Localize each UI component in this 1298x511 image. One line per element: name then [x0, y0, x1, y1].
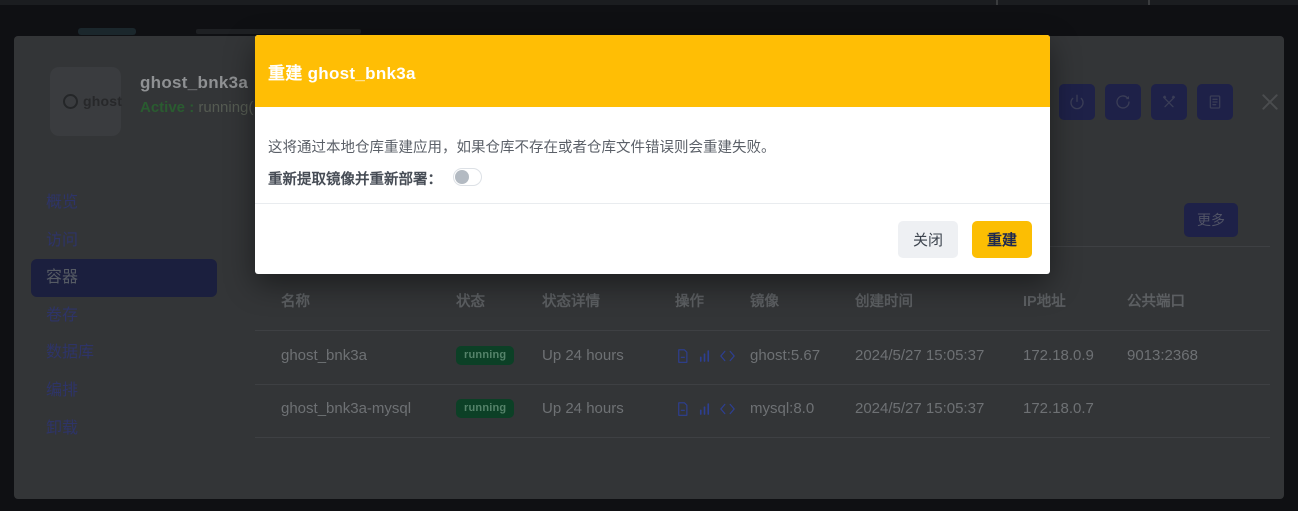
- background-logo-hint: [78, 28, 136, 35]
- table-bottom-divider: [255, 437, 1270, 438]
- stats-icon[interactable]: [697, 401, 712, 417]
- table-row-created: 2024/5/27 15:05:37: [855, 347, 984, 364]
- ghost-logo-icon: [63, 94, 78, 109]
- repull-toggle-label: 重新提取镜像并重新部署：: [268, 168, 442, 189]
- tools-icon: [1161, 94, 1177, 110]
- file-log-icon[interactable]: [675, 401, 690, 417]
- navbar-divider: [1148, 0, 1150, 5]
- sidebar-item-uninstall[interactable]: 卸载: [31, 410, 217, 448]
- page-title: ghost_bnk3a: [140, 73, 248, 93]
- background-breadcrumb-hint: [196, 29, 361, 34]
- col-header-ops: 操作: [675, 290, 704, 311]
- sidebar-item-database[interactable]: 数据库: [31, 334, 217, 372]
- repair-button[interactable]: [1151, 84, 1187, 120]
- modal-header: 重建 ghost_bnk3a: [255, 35, 1050, 107]
- app-status: Active : running(: [140, 99, 253, 116]
- modal-footer: 关闭 重建: [255, 203, 1050, 274]
- ghost-logo-text: ghost: [83, 93, 122, 109]
- modal-description: 这将通过本地仓库重建应用，如果仓库不存在或者仓库文件错误则会重建失败。: [268, 136, 776, 157]
- table-row-divider: [255, 384, 1270, 385]
- col-header-name: 名称: [281, 290, 310, 311]
- col-header-created: 创建时间: [855, 290, 913, 311]
- table-row-image: mysql:8.0: [750, 400, 814, 417]
- status-badge: running: [456, 346, 514, 365]
- power-button[interactable]: [1059, 84, 1095, 120]
- modal-rebuild-button[interactable]: 重建: [972, 221, 1032, 258]
- restart-button[interactable]: [1105, 84, 1141, 120]
- app-root: ghost ghost_bnk3a Active : running(: [0, 0, 1298, 511]
- top-navbar-strip: [0, 0, 1298, 5]
- table-row-name: ghost_bnk3a-mysql: [281, 400, 411, 417]
- status-value: running(: [198, 99, 253, 116]
- col-header-image: 镜像: [750, 290, 779, 311]
- sidebar-item-orchestration[interactable]: 编排: [31, 372, 217, 410]
- sidebar-item-container[interactable]: 容器: [31, 259, 217, 297]
- table-row-ip: 172.18.0.9: [1023, 347, 1094, 364]
- table-header-divider: [255, 330, 1270, 331]
- table-row-name: ghost_bnk3a: [281, 347, 367, 364]
- logs-button[interactable]: [1197, 84, 1233, 120]
- file-log-icon[interactable]: [675, 348, 690, 364]
- sidebar-item-volumes[interactable]: 卷存: [31, 297, 217, 335]
- panel-close-button[interactable]: [1258, 90, 1282, 114]
- status-badge: running: [456, 399, 514, 418]
- sidebar-item-access[interactable]: 访问: [31, 222, 217, 260]
- logs-icon: [1207, 94, 1223, 110]
- table-row-ports: 9013:2368: [1127, 347, 1198, 364]
- terminal-code-icon[interactable]: [719, 401, 736, 417]
- col-header-detail: 状态详情: [542, 290, 600, 311]
- power-icon: [1069, 94, 1085, 110]
- app-action-toolbar: [1059, 84, 1282, 120]
- sidebar-item-overview[interactable]: 概览: [31, 184, 217, 222]
- table-row-ip: 172.18.0.7: [1023, 400, 1094, 417]
- table-row-detail: Up 24 hours: [542, 347, 624, 364]
- close-icon: [1260, 92, 1280, 112]
- modal-close-button[interactable]: 关闭: [898, 221, 958, 258]
- toggle-knob: [455, 170, 469, 184]
- status-label: Active :: [140, 99, 194, 116]
- table-row-image: ghost:5.67: [750, 347, 820, 364]
- app-logo-card: ghost: [50, 67, 121, 136]
- rebuild-modal: 重建 ghost_bnk3a 这将通过本地仓库重建应用，如果仓库不存在或者仓库文…: [255, 35, 1050, 274]
- navbar-divider: [996, 0, 998, 5]
- col-header-status: 状态: [456, 290, 485, 311]
- refresh-icon: [1115, 94, 1131, 110]
- more-button[interactable]: 更多: [1184, 203, 1238, 237]
- stats-icon[interactable]: [697, 348, 712, 364]
- table-row-detail: Up 24 hours: [542, 400, 624, 417]
- col-header-ip: IP地址: [1023, 290, 1066, 311]
- row-operations: [675, 401, 736, 417]
- row-operations: [675, 348, 736, 364]
- col-header-ports: 公共端口: [1127, 290, 1185, 311]
- modal-title: 重建 ghost_bnk3a: [268, 59, 416, 84]
- table-row-created: 2024/5/27 15:05:37: [855, 400, 984, 417]
- terminal-code-icon[interactable]: [719, 348, 736, 364]
- repull-toggle-switch[interactable]: [453, 168, 482, 186]
